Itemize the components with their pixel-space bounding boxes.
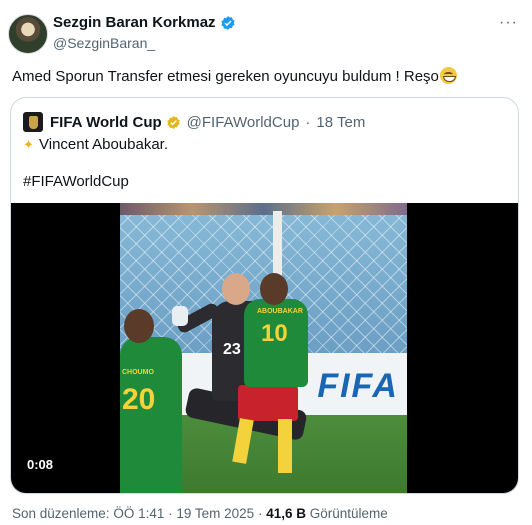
quoted-date[interactable]: 18 Tem xyxy=(316,114,365,131)
tweet-text: Amed Sporun Transfer etmesi gereken oyun… xyxy=(12,67,457,85)
teammate-number: 20 xyxy=(122,383,156,416)
striker-number: 10 xyxy=(261,320,288,347)
quoted-line-1: ✦ Vincent Aboubakar. xyxy=(23,136,168,153)
footer-dot-1: · xyxy=(168,506,173,521)
footer-dot-2: · xyxy=(257,506,263,521)
ad-board-text: FIFA xyxy=(317,367,399,405)
quoted-tweet-card[interactable]: FIFA World Cup @FIFAWorldCup · 18 Tem ✦ V… xyxy=(10,97,519,494)
video-player[interactable]: FIFA 23 ABOUBAKAR 10 CHOUMO 20 0:08 xyxy=(11,203,518,493)
author-display-name[interactable]: Sezgin Baran Korkmaz xyxy=(53,14,216,31)
edited-label[interactable]: Son düzenleme: ÖÖ 1:41 xyxy=(12,506,164,521)
post-date[interactable]: 19 Tem 2025 xyxy=(176,506,254,521)
stadium-crowd xyxy=(120,203,407,215)
sparkle-icon: ✦ xyxy=(23,137,34,152)
gold-verified-badge-icon[interactable] xyxy=(166,115,181,130)
video-duration-badge: 0:08 xyxy=(22,455,59,474)
quoted-handle[interactable]: @FIFAWorldCup xyxy=(187,114,300,131)
striker-name: ABOUBAKAR xyxy=(257,308,303,315)
goalkeeper-number: 23 xyxy=(223,341,241,358)
author-name-row: Sezgin Baran Korkmaz xyxy=(53,14,236,31)
grinning-face-icon xyxy=(439,67,457,84)
quoted-line-1-text: Vincent Aboubakar. xyxy=(39,136,168,153)
fifa-trophy-icon[interactable] xyxy=(23,112,43,132)
more-options-icon[interactable]: ··· xyxy=(499,14,518,32)
quoted-display-name[interactable]: FIFA World Cup xyxy=(50,114,162,131)
views-label: Görüntüleme xyxy=(309,506,388,521)
verified-badge-icon[interactable] xyxy=(220,15,236,31)
goalkeeper-head xyxy=(222,273,250,305)
striker-head xyxy=(260,273,288,305)
quoted-hashtag[interactable]: #FIFAWorldCup xyxy=(23,173,129,190)
goalkeeper-glove xyxy=(172,306,188,326)
video-frame: FIFA 23 ABOUBAKAR 10 CHOUMO 20 xyxy=(120,203,407,493)
quoted-separator: · xyxy=(305,113,311,131)
teammate-head xyxy=(124,309,154,343)
striker-leg-right xyxy=(278,419,292,473)
author-avatar[interactable] xyxy=(8,14,48,54)
striker-shorts xyxy=(238,385,298,421)
tweet-text-body: Amed Sporun Transfer etmesi gereken oyun… xyxy=(12,68,439,85)
author-handle[interactable]: @SezginBaran_ xyxy=(53,35,155,51)
teammate-name: CHOUMO xyxy=(122,369,154,376)
quoted-tweet-header: FIFA World Cup @FIFAWorldCup · 18 Tem xyxy=(23,112,365,132)
views-count: 41,6 B xyxy=(266,506,306,521)
tweet-footer: Son düzenleme: ÖÖ 1:41 · 19 Tem 2025 · 4… xyxy=(12,506,388,521)
